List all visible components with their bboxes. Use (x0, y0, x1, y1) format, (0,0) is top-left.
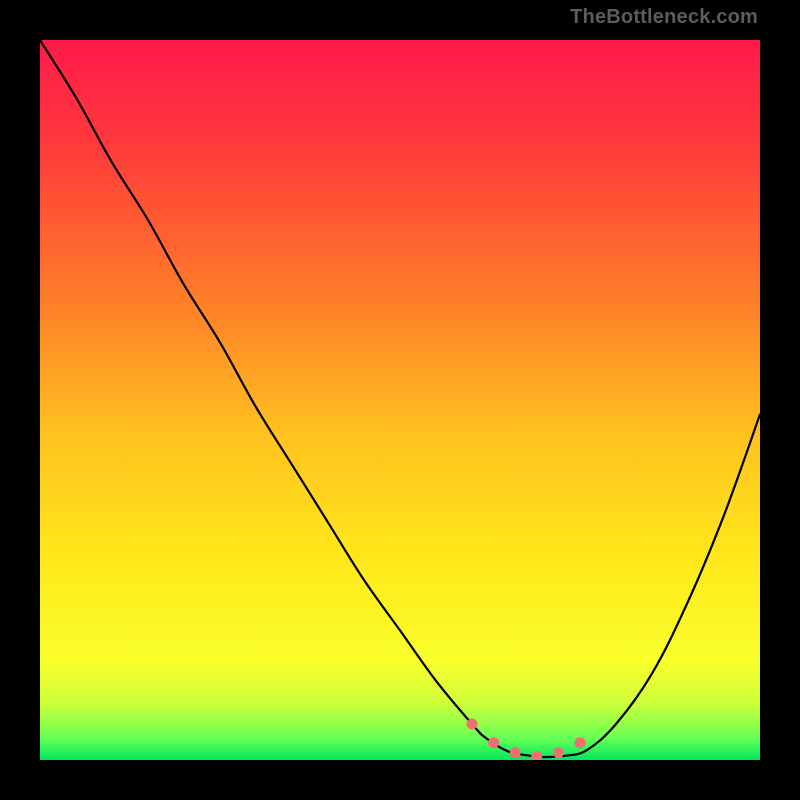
gradient-background (40, 40, 760, 760)
optimal-marker (553, 747, 564, 758)
bottleneck-chart (40, 40, 760, 760)
watermark-text: TheBottleneck.com (570, 6, 758, 29)
plot-area (40, 40, 760, 760)
optimal-marker (488, 737, 499, 748)
optimal-marker (467, 719, 478, 730)
optimal-marker (575, 737, 586, 748)
optimal-marker (510, 747, 521, 758)
chart-stage: TheBottleneck.com (0, 0, 800, 800)
